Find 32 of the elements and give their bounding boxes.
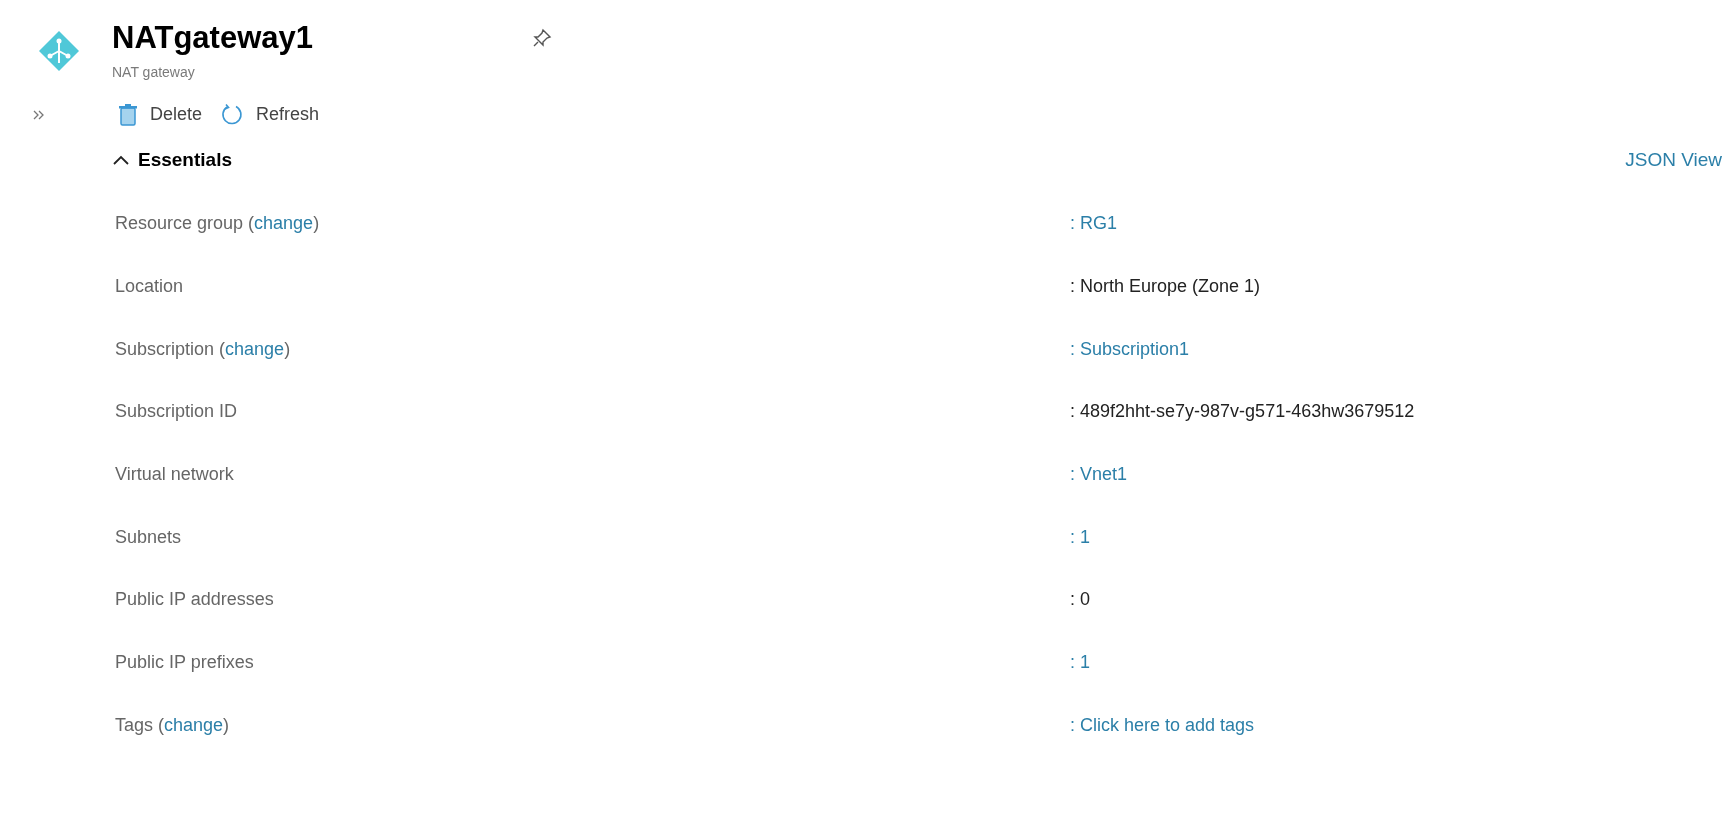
gateway-diamond-icon [38, 30, 80, 72]
property-value-link[interactable]: : Subscription1 [1070, 335, 1190, 363]
property-value: : 0 [1070, 588, 1090, 612]
property-label: Subnets [115, 525, 183, 549]
property-value-link[interactable]: : 1 [1070, 523, 1090, 551]
caret-icon [112, 154, 130, 167]
essentials-toggle[interactable]: Essentials [112, 146, 232, 175]
json-view-link[interactable]: JSON View [1625, 146, 1722, 175]
property-value-link[interactable]: : Click here to add tags [1070, 711, 1255, 739]
property-label: Public IP addresses [115, 588, 275, 612]
change-link[interactable]: change [164, 714, 224, 735]
change-link[interactable]: change [225, 338, 285, 359]
property-value-link[interactable]: : 1 [1070, 649, 1090, 677]
resource-title: NATgateway1 [112, 19, 314, 57]
resource-type: NAT gateway [112, 63, 196, 82]
refresh-button[interactable]: Refresh [220, 101, 320, 128]
property-value: : North Europe (Zone 1) [1070, 275, 1261, 299]
property-label: Location [115, 275, 185, 299]
pin-icon[interactable] [532, 28, 552, 48]
property-label: Subscription ID [115, 400, 239, 424]
property-label: Resource group (change) [115, 212, 321, 236]
refresh-icon [220, 102, 245, 127]
property-value: : 489f2hht-se7y-987v-g571-463hw3679512 [1070, 400, 1415, 424]
property-value-link[interactable]: : RG1 [1070, 210, 1117, 238]
property-label: Tags (change) [115, 713, 231, 737]
property-label: Subscription (change) [115, 337, 292, 361]
trash-icon [118, 102, 138, 127]
change-link[interactable]: change [254, 213, 314, 234]
delete-button[interactable]: Delete [118, 101, 203, 128]
property-label: Virtual network [115, 463, 235, 487]
property-value-link[interactable]: : Vnet1 [1070, 461, 1128, 489]
property-label: Public IP prefixes [115, 651, 255, 675]
